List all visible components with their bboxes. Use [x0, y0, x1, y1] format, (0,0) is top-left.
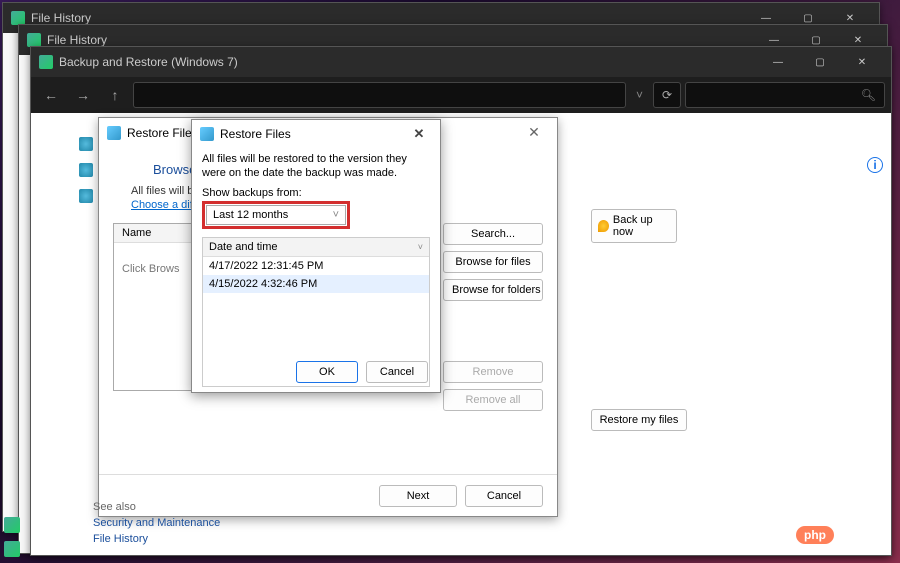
browse-files-button[interactable]: Browse for files	[443, 251, 543, 273]
taskbar-icon[interactable]	[4, 541, 20, 557]
selected-value: Last 12 months	[213, 209, 288, 221]
info-badge[interactable]: i	[867, 157, 883, 173]
dialog-title: Restore Files	[127, 126, 198, 140]
date-selection-dialog: Restore Files ✕ All files will be restor…	[191, 119, 441, 393]
next-button[interactable]: Next	[379, 485, 457, 507]
close-button[interactable]: ✕	[841, 48, 883, 76]
toolbar: ← → ↑ ˅ ⟳ 🔍︎	[31, 77, 891, 113]
address-bar[interactable]	[133, 82, 626, 108]
app-icon	[27, 33, 41, 47]
browse-folders-button[interactable]: Browse for folders	[443, 279, 543, 301]
highlighted-region: Last 12 months ˅	[202, 201, 350, 229]
window-title: File History	[47, 33, 107, 47]
chevron-down-icon: ˅	[418, 242, 423, 252]
see-also-link[interactable]: File History	[93, 533, 220, 545]
backup-now-label: Back up now	[613, 214, 670, 238]
cancel-button[interactable]: Cancel	[465, 485, 543, 507]
remove-button: Remove	[443, 361, 543, 383]
close-icon[interactable]: ✕	[406, 123, 432, 145]
dialog-icon	[200, 127, 214, 141]
info-text: All files will be restored to the versio…	[202, 152, 430, 181]
search-box[interactable]: 🔍︎	[685, 82, 885, 108]
minimize-button[interactable]: —	[757, 48, 799, 76]
sidebar-icons	[79, 137, 99, 203]
window-title: Backup and Restore (Windows 7)	[59, 55, 238, 69]
search-button[interactable]: Search...	[443, 223, 543, 245]
backup-now-button[interactable]: Back up now	[591, 209, 677, 243]
shield-icon	[79, 137, 93, 151]
titlebar-win3: Backup and Restore (Windows 7) — ▢ ✕	[31, 47, 891, 77]
see-also-heading: See also	[93, 501, 220, 513]
dialog-title: Restore Files	[220, 127, 291, 141]
app-icon	[39, 55, 53, 69]
restore-my-files-label: Restore my files	[600, 414, 679, 426]
chevron-down-icon: ˅	[333, 209, 339, 221]
watermark-text: 中文网	[838, 525, 880, 545]
shield-icon	[79, 163, 93, 177]
list-header[interactable]: Date and time	[209, 241, 277, 253]
back-button[interactable]: ←	[37, 81, 65, 109]
shield-icon	[598, 220, 609, 232]
ok-button[interactable]: OK	[296, 361, 358, 383]
shield-icon	[79, 189, 93, 203]
backup-date-row[interactable]: 4/17/2022 12:31:45 PM	[203, 257, 429, 275]
cancel-button[interactable]: Cancel	[366, 361, 428, 383]
maximize-button[interactable]: ▢	[799, 48, 841, 76]
up-button[interactable]: ↑	[101, 81, 129, 109]
remove-all-button: Remove all	[443, 389, 543, 411]
backup-date-row[interactable]: 4/15/2022 4:32:46 PM	[203, 275, 429, 293]
restore-my-files-button[interactable]: Restore my files	[591, 409, 687, 431]
dialog-icon	[107, 126, 121, 140]
window-title: File History	[31, 11, 91, 25]
forward-button[interactable]: →	[69, 81, 97, 109]
see-also-link[interactable]: Security and Maintenance	[93, 517, 220, 529]
taskbar-icons	[4, 517, 20, 557]
app-icon	[11, 11, 25, 25]
dropdown-icon[interactable]: ˅	[630, 88, 649, 102]
search-icon: 🔍︎	[861, 88, 876, 102]
refresh-button[interactable]: ⟳	[653, 82, 681, 108]
close-icon[interactable]: ✕	[519, 121, 549, 145]
date-range-select[interactable]: Last 12 months ˅	[206, 205, 346, 225]
see-also-section: See also Security and Maintenance File H…	[93, 501, 220, 545]
show-backups-label: Show backups from:	[202, 187, 302, 199]
watermark: php 中文网	[796, 525, 880, 545]
taskbar-icon[interactable]	[4, 517, 20, 533]
watermark-pill: php	[796, 526, 834, 544]
